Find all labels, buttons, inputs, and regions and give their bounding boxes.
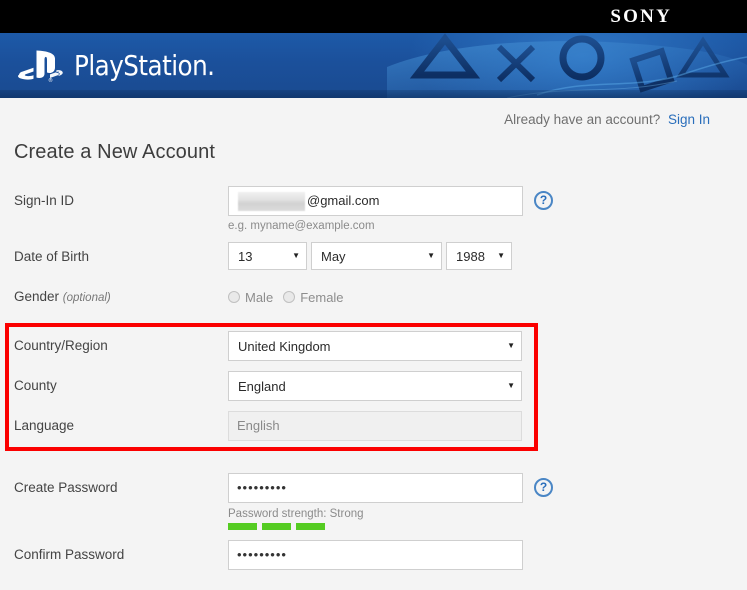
row-county: County England ▼ [0, 371, 747, 401]
create-password-help-icon[interactable]: ? [534, 478, 553, 497]
row-signin-id: Sign-In ID @gmail.com e.g. myname@exampl… [0, 186, 747, 232]
gender-label-text: Gender [14, 289, 60, 304]
strength-bar [296, 523, 325, 530]
already-have-account-text: Already have an account? [504, 112, 661, 127]
radio-dot-icon [283, 291, 296, 303]
row-gender: Gender (optional) Male Female [0, 282, 747, 313]
county-label: County [14, 378, 57, 393]
dob-day-value: 13 [238, 248, 253, 264]
chevron-down-icon: ▼ [427, 251, 435, 260]
signin-id-value: @gmail.com [307, 193, 380, 208]
signin-id-input[interactable]: @gmail.com [228, 186, 523, 216]
svg-text:®: ® [48, 77, 53, 83]
dob-month-value: May [321, 248, 346, 264]
dob-year-select[interactable]: 1988 ▼ [446, 242, 512, 270]
sign-in-link[interactable]: Sign In [668, 112, 710, 127]
date-of-birth-label: Date of Birth [14, 249, 90, 264]
banner-bottom-shade [0, 90, 747, 98]
create-password-input[interactable]: ••••••••• [228, 473, 523, 503]
language-label: Language [14, 418, 75, 433]
chevron-down-icon: ▼ [497, 251, 505, 260]
row-language: Language English [0, 411, 747, 441]
create-password-fields: ••••••••• ? Password strength: Strong [228, 473, 747, 530]
gender-optional-note: (optional) [62, 292, 111, 304]
radio-dot-icon [228, 291, 240, 303]
signin-id-help-icon[interactable]: ? [534, 191, 553, 210]
password-strength-text: Password strength: Strong [228, 508, 364, 520]
county-value: England [238, 378, 286, 394]
county-select[interactable]: England ▼ [228, 371, 522, 401]
create-password-value: ••••••••• [237, 480, 287, 495]
signin-id-label: Sign-In ID [14, 193, 75, 208]
county-fields: England ▼ [228, 371, 747, 401]
country-region-select[interactable]: United Kingdom ▼ [228, 331, 522, 361]
row-country-region: Country/Region United Kingdom ▼ [0, 331, 747, 361]
confirm-password-value: ••••••••• [237, 547, 287, 562]
playstation-wordmark: PlayStation. [74, 49, 215, 82]
gender-male-label: Male [245, 289, 274, 305]
date-of-birth-fields: 13 ▼ May ▼ 1988 ▼ [228, 242, 747, 270]
row-create-password: Create Password ••••••••• ? Password str… [0, 473, 747, 530]
gender-radio-male[interactable]: Male [228, 290, 273, 305]
create-account-form: Sign-In ID @gmail.com e.g. myname@exampl… [0, 186, 747, 570]
strength-bar [262, 523, 291, 530]
gender-label: Gender (optional) [0, 282, 228, 313]
confirm-password-label: Confirm Password [14, 547, 125, 562]
sony-logo: SONY [610, 5, 672, 27]
playstation-logo[interactable]: ® PlayStation. [17, 49, 234, 83]
dob-month-select[interactable]: May ▼ [311, 242, 442, 270]
redacted-email-mask [238, 192, 305, 211]
confirm-password-fields: ••••••••• [228, 540, 747, 570]
signin-id-hint: e.g. myname@example.com [228, 220, 375, 232]
password-strength-bars [228, 523, 747, 530]
country-region-label: Country/Region [14, 338, 108, 353]
signin-id-fields: @gmail.com e.g. myname@example.com ? [228, 186, 747, 232]
country-region-fields: United Kingdom ▼ [228, 331, 747, 361]
gender-female-label: Female [300, 289, 344, 305]
row-date-of-birth: Date of Birth 13 ▼ May ▼ 1988 ▼ [0, 242, 747, 272]
create-password-label: Create Password [14, 480, 118, 495]
playstation-banner: ® PlayStation. [0, 33, 747, 98]
language-fields: English [228, 411, 747, 441]
dob-year-value: 1988 [456, 248, 485, 264]
language-input: English [228, 411, 522, 441]
dob-day-select[interactable]: 13 ▼ [228, 242, 307, 270]
chevron-down-icon: ▼ [507, 381, 515, 390]
signin-prompt-row: Already have an account? Sign In [0, 98, 747, 127]
page-title: Create a New Account [14, 141, 215, 163]
chevron-down-icon: ▼ [292, 251, 300, 260]
ps-family-mark-icon: ® [18, 50, 63, 83]
language-value: English [237, 418, 280, 433]
page-content: Already have an account? Sign In Create … [0, 98, 747, 570]
country-region-value: United Kingdom [238, 338, 331, 354]
country-county-language-group: Country/Region United Kingdom ▼ County E… [0, 323, 747, 451]
strength-bar [228, 523, 257, 530]
gender-radio-female[interactable]: Female [283, 289, 344, 305]
chevron-down-icon: ▼ [507, 341, 515, 350]
banner-shapes-artwork [387, 33, 747, 98]
gender-fields: Male Female [228, 282, 747, 312]
sony-top-bar: SONY [0, 0, 747, 33]
row-confirm-password: Confirm Password ••••••••• [0, 540, 747, 570]
confirm-password-input[interactable]: ••••••••• [228, 540, 523, 570]
gender-radio-group: Male Female [228, 282, 747, 312]
